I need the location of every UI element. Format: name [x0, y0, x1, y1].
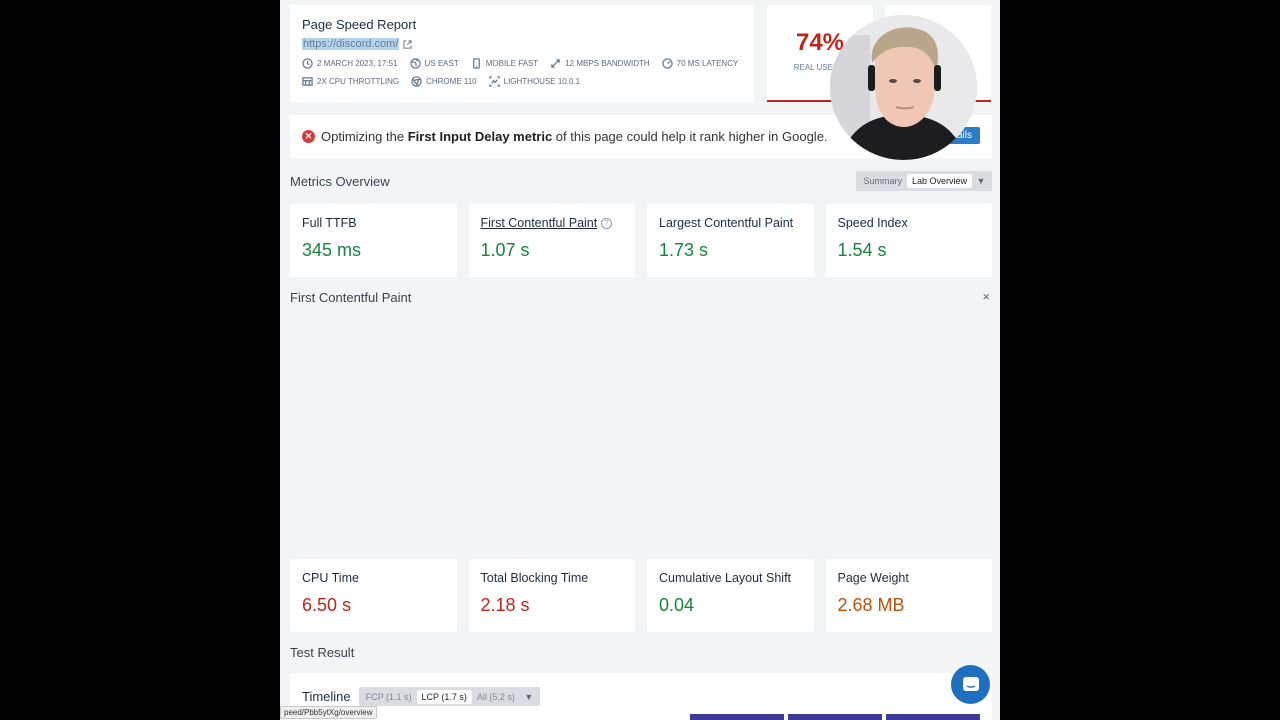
metric-value: 6.50 s [302, 595, 352, 615]
metric-cpu-time[interactable]: CPU Time 6.50 s [290, 559, 457, 632]
timeline-bar: Timeline FCP (1.1 s) LCP (1.7 s) All (5.… [290, 673, 992, 720]
metric-name: Total Blocking Time [480, 571, 589, 585]
metric-name: Largest Contentful Paint [659, 216, 794, 230]
close-icon[interactable]: × [982, 289, 990, 304]
metric-name: CPU Time [302, 571, 359, 585]
lab-overview-option[interactable]: Lab Overview [906, 174, 972, 188]
status-bar-url: peed/Pbb5ytXg/overview [280, 706, 377, 719]
metric-value: 345 ms [302, 240, 362, 260]
bottom-tab[interactable] [886, 714, 980, 720]
meta-device: Mobile Fast [471, 58, 538, 69]
timeline-option-all[interactable]: All (5.2 s) [472, 690, 520, 704]
report-card: Page Speed Report https://discord.com/ 2… [290, 5, 754, 102]
error-icon: ✕ [302, 130, 315, 143]
cpu-icon [302, 77, 313, 86]
meta-browser: Chrome 110 [411, 76, 477, 87]
external-link-icon[interactable] [403, 39, 412, 49]
mobile-icon [472, 58, 480, 69]
latency-icon [661, 58, 673, 69]
metric-speed-index[interactable]: Speed Index 1.54 s [825, 204, 992, 277]
bottom-tab-strip [690, 714, 980, 720]
metric-value: 2.68 MB [837, 595, 905, 615]
help-icon[interactable]: ? [601, 217, 613, 229]
metrics-top-row: Full TTFB 345 ms First Contentful Paint … [290, 204, 992, 277]
alert-metric: First Input Delay metric [407, 129, 553, 144]
metric-name: Full TTFB [302, 216, 357, 230]
meta-date: 2 March 2023, 17:51 [302, 58, 398, 69]
meta-cpu: 2x CPU Throttling [302, 76, 399, 87]
globe-icon [409, 58, 421, 69]
metric-name: Page Weight [837, 571, 909, 585]
metric-page-weight[interactable]: Page Weight 2.68 MB [825, 559, 992, 632]
metric-name: Speed Index [837, 216, 908, 230]
lighthouse-icon [488, 76, 500, 87]
metric-cumulative-layout-shift[interactable]: Cumulative Layout Shift 0.04 [647, 559, 814, 632]
bandwidth-icon [551, 59, 561, 68]
meta-lighthouse: Lighthouse 10.0.1 [488, 76, 580, 87]
chevron-down-icon[interactable]: ▼ [972, 176, 990, 186]
fcp-panel-title: First Contentful Paint [290, 290, 412, 305]
test-settings-row: 2 March 2023, 17:51 US East Mobile Fast … [302, 58, 742, 69]
chat-button[interactable] [951, 665, 990, 704]
metric-first-contentful-paint[interactable]: First Contentful Paint ? 1.07 s [468, 204, 635, 277]
bottom-tab[interactable] [690, 714, 784, 720]
alert-suffix: of this page could help it rank higher i… [552, 129, 828, 144]
metrics-view-toggle[interactable]: Summary Lab Overview ▼ [856, 171, 992, 191]
metrics-overview-title: Metrics Overview [290, 174, 390, 189]
presenter-video [830, 15, 977, 160]
metric-name-row: First Contentful Paint ? [481, 216, 624, 230]
timeline-option-lcp[interactable]: LCP (1.7 s) [416, 689, 472, 704]
bottom-tab[interactable] [788, 714, 882, 720]
test-settings-row-2: 2x CPU Throttling Chrome 110 Lighthouse … [302, 76, 742, 87]
report-url-link[interactable]: https://discord.com/ [302, 38, 400, 50]
metric-largest-contentful-paint[interactable]: Largest Contentful Paint 1.73 s [647, 204, 814, 277]
metric-value: 0.04 [659, 595, 695, 615]
metric-value: 1.54 s [837, 240, 887, 260]
chevron-down-icon[interactable]: ▼ [520, 692, 538, 702]
metric-total-blocking-time[interactable]: Total Blocking Time 2.18 s [468, 559, 635, 632]
meta-location: US East [409, 58, 459, 69]
alert-prefix: Optimizing the [321, 129, 408, 144]
report-title: Page Speed Report [302, 17, 417, 32]
timeline-toggle[interactable]: FCP (1.1 s) LCP (1.7 s) All (5.2 s) ▼ [358, 687, 540, 706]
metric-value: 1.07 s [480, 240, 530, 260]
summary-option[interactable]: Summary [858, 174, 907, 188]
metric-value: 2.18 s [480, 595, 530, 615]
metrics-bottom-row: CPU Time 6.50 s Total Blocking Time 2.18… [290, 559, 992, 632]
chat-icon [962, 676, 979, 691]
report-url[interactable]: https://discord.com/ [302, 38, 742, 50]
timeline-option-fcp[interactable]: FCP (1.1 s) [361, 690, 417, 704]
metric-full-ttfb[interactable]: Full TTFB 345 ms [290, 204, 457, 277]
metric-name: Cumulative Layout Shift [659, 571, 792, 585]
test-result-title: Test Result [290, 645, 355, 660]
webcam-overlay [830, 15, 977, 160]
meta-bandwidth: 12 Mbps Bandwidth [550, 58, 650, 69]
timeline-title: Timeline [302, 689, 351, 704]
meta-latency: 70 ms Latency [661, 58, 738, 69]
metric-name[interactable]: First Contentful Paint [481, 216, 598, 230]
metric-value: 1.73 s [659, 240, 709, 260]
clock-icon [302, 58, 313, 69]
chrome-icon [411, 76, 422, 87]
